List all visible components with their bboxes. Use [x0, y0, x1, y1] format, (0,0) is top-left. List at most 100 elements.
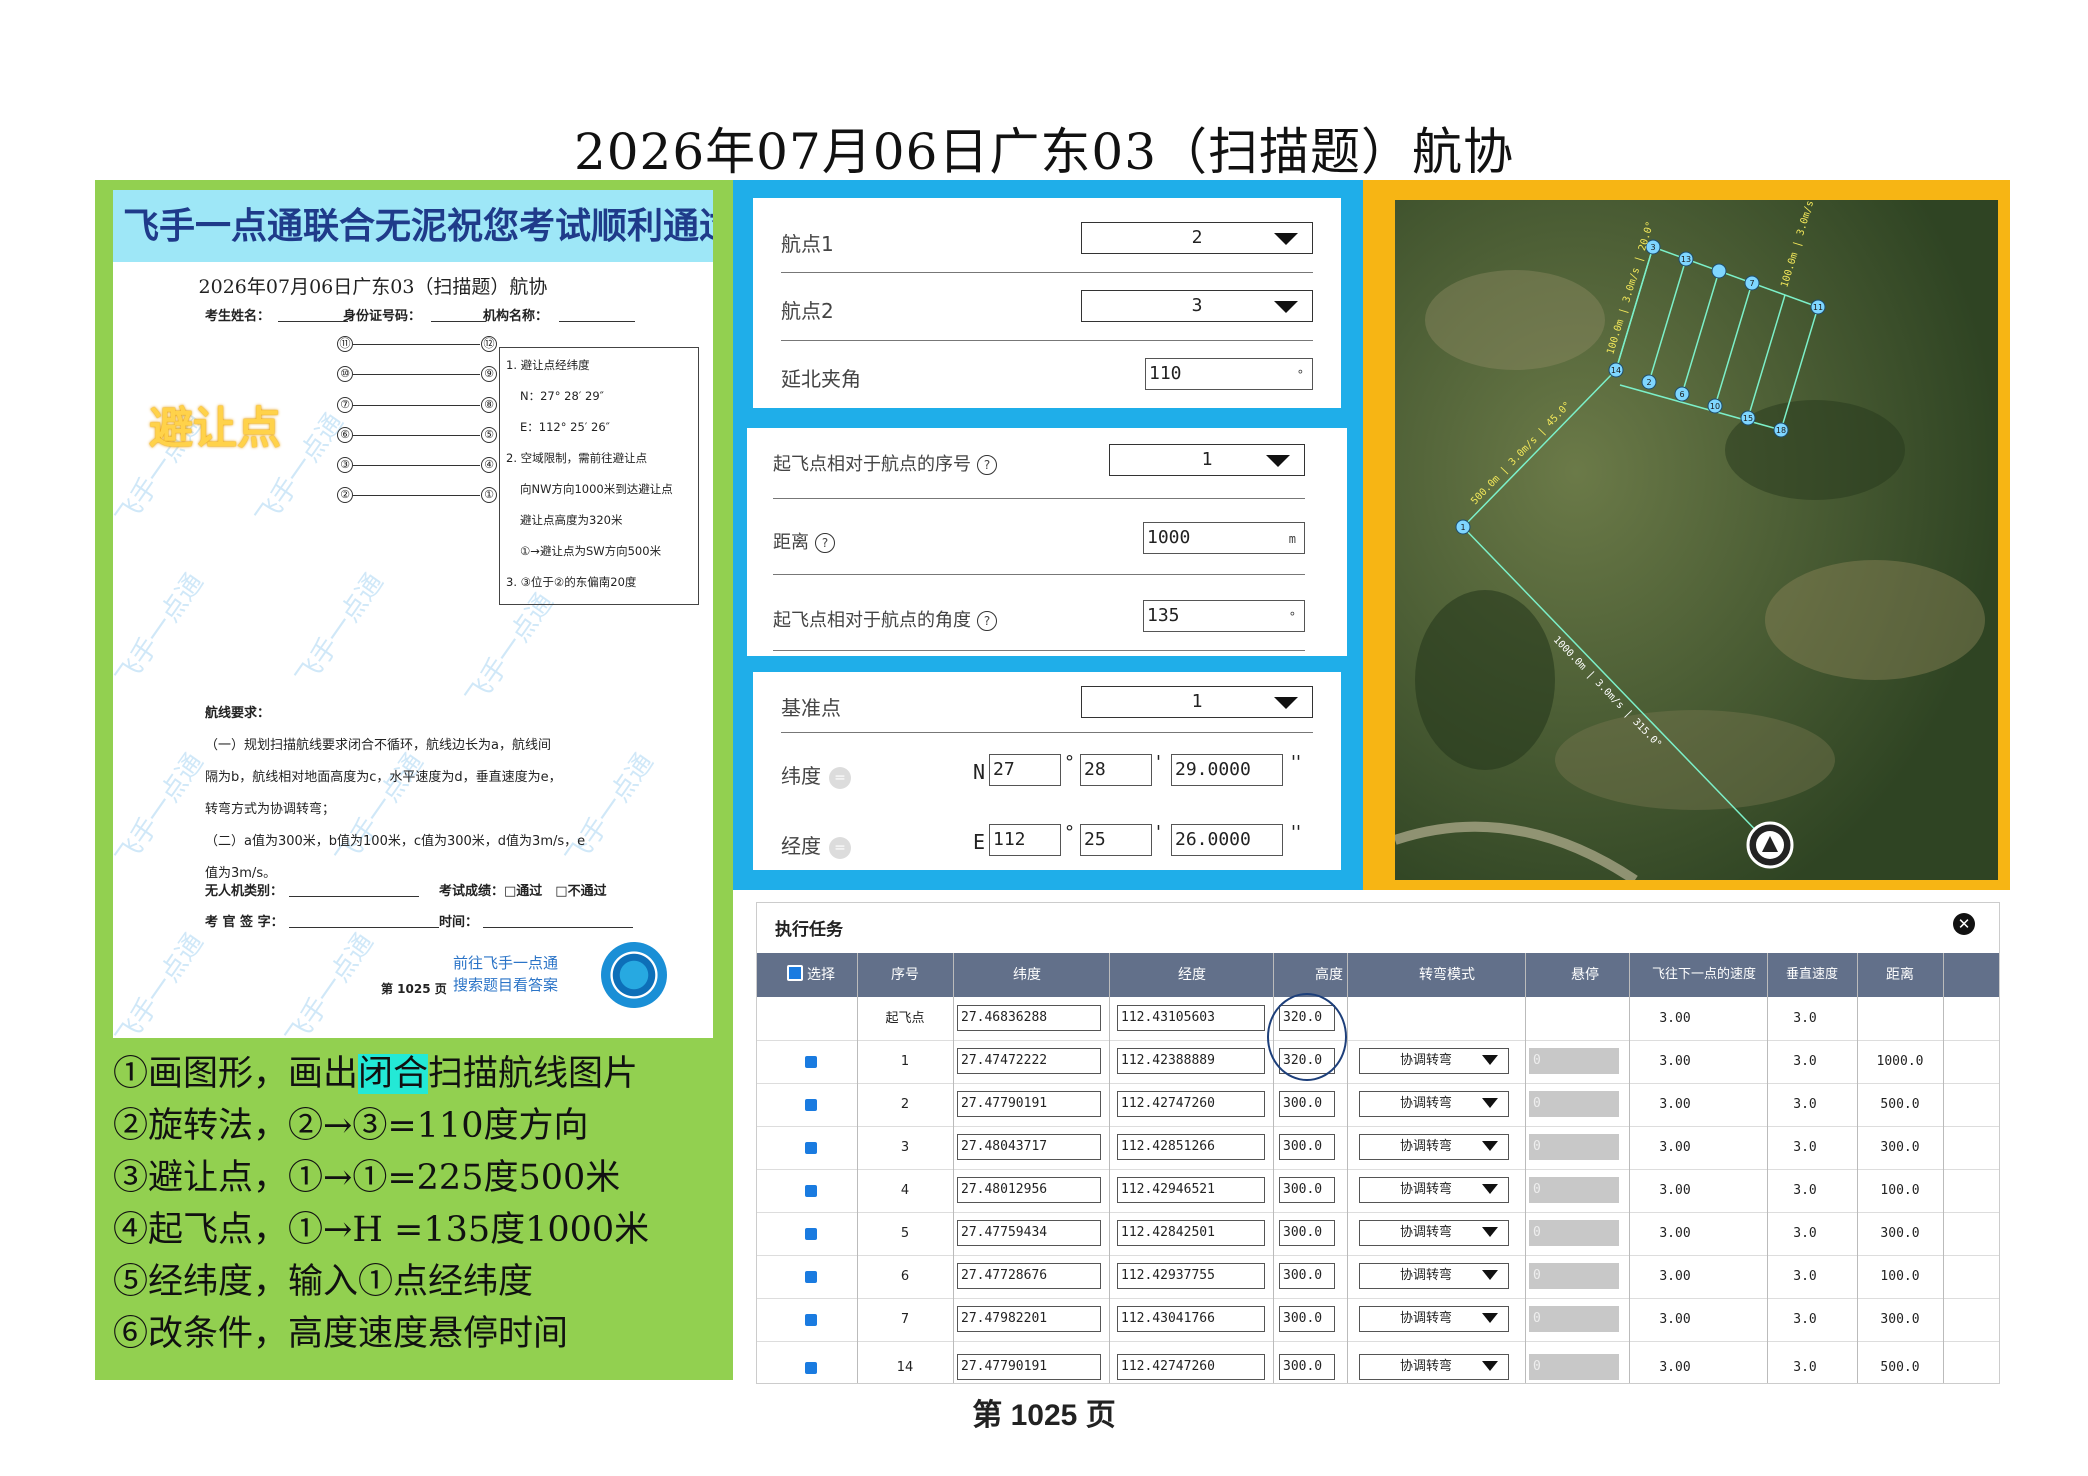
- distance-input[interactable]: 1000 m: [1143, 522, 1305, 554]
- row-checkbox[interactable]: [805, 1314, 817, 1326]
- hover-input[interactable]: 0: [1529, 1220, 1619, 1246]
- lat-input[interactable]: 27.48043717: [957, 1134, 1101, 1160]
- note-box: 1. 避让点经纬度 N：27° 28′ 29″ E：112° 25′ 26″ 2…: [499, 347, 699, 605]
- node-8: ⑧: [481, 397, 497, 413]
- table-row[interactable]: 4 27.48012956 112.42946521 300.0 协调转弯 0 3.00 3.…: [757, 1169, 1999, 1213]
- lat-min-input[interactable]: 28: [1080, 754, 1152, 786]
- row-checkbox[interactable]: [805, 1362, 817, 1374]
- lat-input[interactable]: 27.47790191: [957, 1354, 1101, 1380]
- lon-input[interactable]: 112.42842501: [1117, 1220, 1265, 1246]
- distance-unit: m: [1288, 532, 1296, 546]
- row-checkbox[interactable]: [805, 1142, 817, 1154]
- vspeed-cell: 3.0: [1793, 1183, 1817, 1198]
- equals-icon: =: [829, 766, 851, 789]
- table-row[interactable]: 6 27.47728676 112.42937755 300.0 协调转弯 0 3.00 3.…: [757, 1255, 1999, 1299]
- lon-input[interactable]: 112.42388889: [1117, 1048, 1265, 1074]
- satellite-map[interactable]: 1 14 3 7 11 2 6 10 15 18 13 100.0m | 3.0…: [1395, 200, 1998, 880]
- alt-input[interactable]: 300.0: [1279, 1134, 1335, 1160]
- table-row[interactable]: 7 27.47982201 112.43041766 300.0 协调转弯 0 3.00 3.…: [757, 1298, 1999, 1342]
- vspeed-header: 垂直速度: [1785, 967, 1838, 982]
- watermark: 飞手一点通: [279, 927, 379, 1038]
- lat-input[interactable]: 27.48012956: [957, 1177, 1101, 1203]
- lat-input[interactable]: 27.46836288: [957, 1005, 1101, 1031]
- turn-mode-select[interactable]: 协调转弯: [1359, 1354, 1509, 1380]
- turn-mode-select[interactable]: 协调转弯: [1359, 1306, 1509, 1332]
- lon-input[interactable]: 112.43105603: [1117, 1005, 1265, 1031]
- turn-mode-select[interactable]: 协调转弯: [1359, 1263, 1509, 1289]
- alt-input[interactable]: 300.0: [1279, 1091, 1335, 1117]
- row-checkbox[interactable]: [805, 1099, 817, 1111]
- footer-link[interactable]: 前往飞手一点通 搜索题目看答案: [453, 952, 558, 996]
- lon-input[interactable]: 112.42747260: [1117, 1091, 1265, 1117]
- table-row[interactable]: 2 27.47790191 112.42747260 300.0 协调转弯 0 3.00 3.…: [757, 1083, 1999, 1127]
- distance-label: 距离: [773, 532, 809, 553]
- lat-sec-input[interactable]: 29.0000: [1171, 754, 1283, 786]
- task-window: 执行任务 ✕ 选择 序号 纬度 经度 高度 转弯模式 悬停 飞往下一点的速度 垂…: [756, 902, 2000, 1384]
- lat-input[interactable]: 27.47790191: [957, 1091, 1101, 1117]
- row-checkbox[interactable]: [805, 1228, 817, 1240]
- table-row[interactable]: 14 27.47790191 112.42747260 300.0 协调转弯 0 3.00 3…: [757, 1346, 1999, 1383]
- alt-input[interactable]: 300.0: [1279, 1306, 1335, 1332]
- dist-cell: 300.0: [1880, 1226, 1920, 1241]
- lon-min-input[interactable]: 25: [1080, 824, 1152, 856]
- table-row[interactable]: 起飞点 27.46836288 112.43105603 320.0 3.00 3.0: [757, 997, 1999, 1041]
- select-all-checkbox[interactable]: [787, 965, 803, 981]
- hover-input[interactable]: 0: [1529, 1134, 1619, 1160]
- takeoff-seq-select[interactable]: 1: [1109, 444, 1305, 476]
- base-point-select[interactable]: 1: [1081, 686, 1313, 718]
- turn-mode-select[interactable]: 协调转弯: [1359, 1220, 1509, 1246]
- waypoint-marker[interactable]: [1711, 263, 1727, 279]
- lon-input[interactable]: 112.42747260: [1117, 1354, 1265, 1380]
- hover-input[interactable]: 0: [1529, 1306, 1619, 1332]
- lon-input[interactable]: 112.42937755: [1117, 1263, 1265, 1289]
- lon-sec-input[interactable]: 26.0000: [1171, 824, 1283, 856]
- hover-input[interactable]: 0: [1529, 1177, 1619, 1203]
- note-line: E：112° 25′ 26″: [520, 420, 610, 434]
- watermark: 飞手一点通: [289, 567, 389, 692]
- hover-input[interactable]: 0: [1529, 1048, 1619, 1074]
- drone-type-line: [289, 896, 419, 897]
- lat-input[interactable]: 27.47759434: [957, 1220, 1101, 1246]
- lon-deg-input[interactable]: 112: [989, 824, 1061, 856]
- hover-input[interactable]: 0: [1529, 1263, 1619, 1289]
- alt-input[interactable]: 300.0: [1279, 1220, 1335, 1246]
- lat-deg-input[interactable]: 27: [989, 754, 1061, 786]
- alt-input[interactable]: 300.0: [1279, 1263, 1335, 1289]
- row-checkbox[interactable]: [805, 1185, 817, 1197]
- lat-input[interactable]: 27.47728676: [957, 1263, 1101, 1289]
- north-angle-input[interactable]: 110 °: [1145, 358, 1313, 390]
- home-icon[interactable]: [1746, 821, 1794, 869]
- turn-mode-select[interactable]: 协调转弯: [1359, 1048, 1509, 1074]
- row-checkbox[interactable]: [805, 1056, 817, 1068]
- turn-mode-select[interactable]: 协调转弯: [1359, 1091, 1509, 1117]
- hover-input[interactable]: 0: [1529, 1091, 1619, 1117]
- row-checkbox[interactable]: [805, 1271, 817, 1283]
- min-symbol: ': [1156, 752, 1161, 773]
- turn-mode-select[interactable]: 协调转弯: [1359, 1134, 1509, 1160]
- takeoff-seq-label: 起飞点相对于航点的序号: [773, 454, 971, 475]
- takeoff-seq-value: 1: [1201, 449, 1213, 470]
- close-icon[interactable]: ✕: [1953, 913, 1975, 935]
- lon-input[interactable]: 112.42851266: [1117, 1134, 1265, 1160]
- hover-input[interactable]: 0: [1529, 1354, 1619, 1380]
- help-icon[interactable]: ?: [977, 611, 997, 631]
- table-row[interactable]: 1 27.47472222 112.42388889 320.0 协调转弯 0 3.00 3.…: [757, 1040, 1999, 1084]
- waypoint1-select[interactable]: 2: [1081, 222, 1313, 254]
- lon-header: 经度: [1178, 967, 1206, 983]
- help-icon[interactable]: ?: [977, 455, 997, 475]
- lon-input[interactable]: 112.43041766: [1117, 1306, 1265, 1332]
- takeoff-seq-row: 起飞点相对于航点的序号?: [773, 450, 997, 476]
- table-row[interactable]: 5 27.47759434 112.42842501 300.0 协调转弯 0 3.00 3.…: [757, 1212, 1999, 1256]
- table-row[interactable]: 3 27.48043717 112.42851266 300.0 协调转弯 0 3.00 3.…: [757, 1126, 1999, 1170]
- turn-mode-select[interactable]: 协调转弯: [1359, 1177, 1509, 1203]
- waypoint2-select[interactable]: 3: [1081, 290, 1313, 322]
- lat-input[interactable]: 27.47982201: [957, 1306, 1101, 1332]
- note-line: 3. ③位于②的东偏南20度: [506, 575, 637, 589]
- help-icon[interactable]: ?: [815, 533, 835, 553]
- north-angle-unit: °: [1296, 368, 1304, 382]
- alt-input[interactable]: 300.0: [1279, 1354, 1335, 1380]
- lon-input[interactable]: 112.42946521: [1117, 1177, 1265, 1203]
- alt-input[interactable]: 300.0: [1279, 1177, 1335, 1203]
- lat-input[interactable]: 27.47472222: [957, 1048, 1101, 1074]
- takeoff-angle-input[interactable]: 135 °: [1143, 600, 1305, 632]
